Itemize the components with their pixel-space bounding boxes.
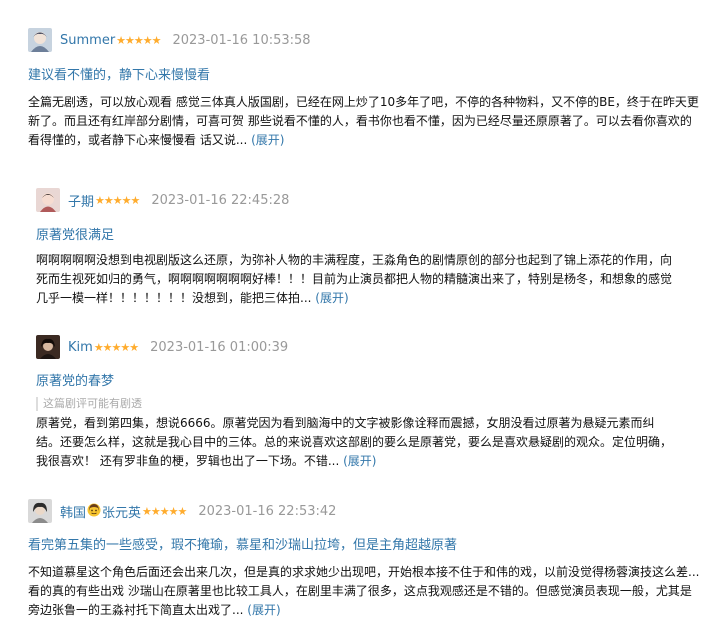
review-body: 不知道慕星这个角色后面还会出来几次，但是真的求求她少出现吧，开始根本接不住于和伟… xyxy=(28,563,700,620)
author-name-prefix: 韩国 xyxy=(60,505,87,521)
review-meta: Summer ★★★★★ 2023-01-16 10:53:58 xyxy=(28,28,311,52)
review-time: 2023-01-16 22:53:42 xyxy=(198,503,337,519)
review-body: 原著党，看到第四集，想说6666。原著党因为看到脑海中的文字被影像诠释而震撼，女… xyxy=(36,414,676,471)
review-meta: 子期 ★★★★★ 2023-01-16 22:45:28 xyxy=(36,188,289,212)
review-time: 2023-01-16 10:53:58 xyxy=(172,32,311,48)
review-body: 全篇无剧透，可以放心观看 感觉三体真人版国剧，已经在网上炒了10多年了吧，不停的… xyxy=(28,93,703,150)
review-excerpt: 全篇无剧透，可以放心观看 感觉三体真人版国剧，已经在网上炒了10多年了吧，不停的… xyxy=(28,95,699,147)
avatar[interactable] xyxy=(28,499,52,523)
author-name[interactable]: 子期 xyxy=(68,191,94,210)
emoji-icon xyxy=(87,503,101,517)
author-name-suffix: 张元英 xyxy=(102,505,142,521)
review-body: 啊啊啊啊啊没想到电视剧版这么还原，为弥补人物的丰满程度，王淼角色的剧情原创的部分… xyxy=(36,251,676,308)
avatar[interactable] xyxy=(28,28,52,52)
author-name[interactable]: Summer xyxy=(60,33,115,48)
spoiler-warning: 这篇剧评可能有剧透 xyxy=(36,397,142,411)
review-title[interactable]: 看完第五集的一些感受，瑕不掩瑜，慕星和沙瑞山拉垮，但是主角超越原著 xyxy=(28,534,457,553)
review-meta: 韩国 张元英 ★★★★★ 2023-01-16 22:53:42 xyxy=(28,499,336,523)
review-time: 2023-01-16 22:45:28 xyxy=(151,192,290,208)
expand-link[interactable]: (展开) xyxy=(343,454,376,468)
star-rating: ★★★★★ xyxy=(142,504,187,518)
star-rating: ★★★★★ xyxy=(116,33,161,47)
review-time: 2023-01-16 01:00:39 xyxy=(150,339,289,355)
expand-link[interactable]: (展开) xyxy=(251,133,284,147)
avatar[interactable] xyxy=(36,335,60,359)
review-meta: Kim ★★★★★ 2023-01-16 01:00:39 xyxy=(36,335,288,359)
expand-link[interactable]: (展开) xyxy=(315,291,348,305)
review-excerpt: 啊啊啊啊啊没想到电视剧版这么还原，为弥补人物的丰满程度，王淼角色的剧情原创的部分… xyxy=(36,253,673,305)
star-rating: ★★★★★ xyxy=(93,340,139,354)
review-title[interactable]: 原著党很满足 xyxy=(36,224,114,243)
expand-link[interactable]: (展开) xyxy=(247,603,280,617)
review-title[interactable]: 原著党的春梦 xyxy=(36,370,114,389)
review-excerpt: 不知道慕星这个角色后面还会出来几次，但是真的求求她少出现吧，开始根本接不住于和伟… xyxy=(28,565,700,617)
author-name[interactable]: 韩国 张元英 xyxy=(60,502,141,521)
avatar[interactable] xyxy=(36,188,60,212)
star-rating: ★★★★★ xyxy=(95,193,140,207)
author-name[interactable]: Kim xyxy=(68,340,93,355)
review-title[interactable]: 建议看不懂的，静下心来慢慢看 xyxy=(28,64,210,83)
